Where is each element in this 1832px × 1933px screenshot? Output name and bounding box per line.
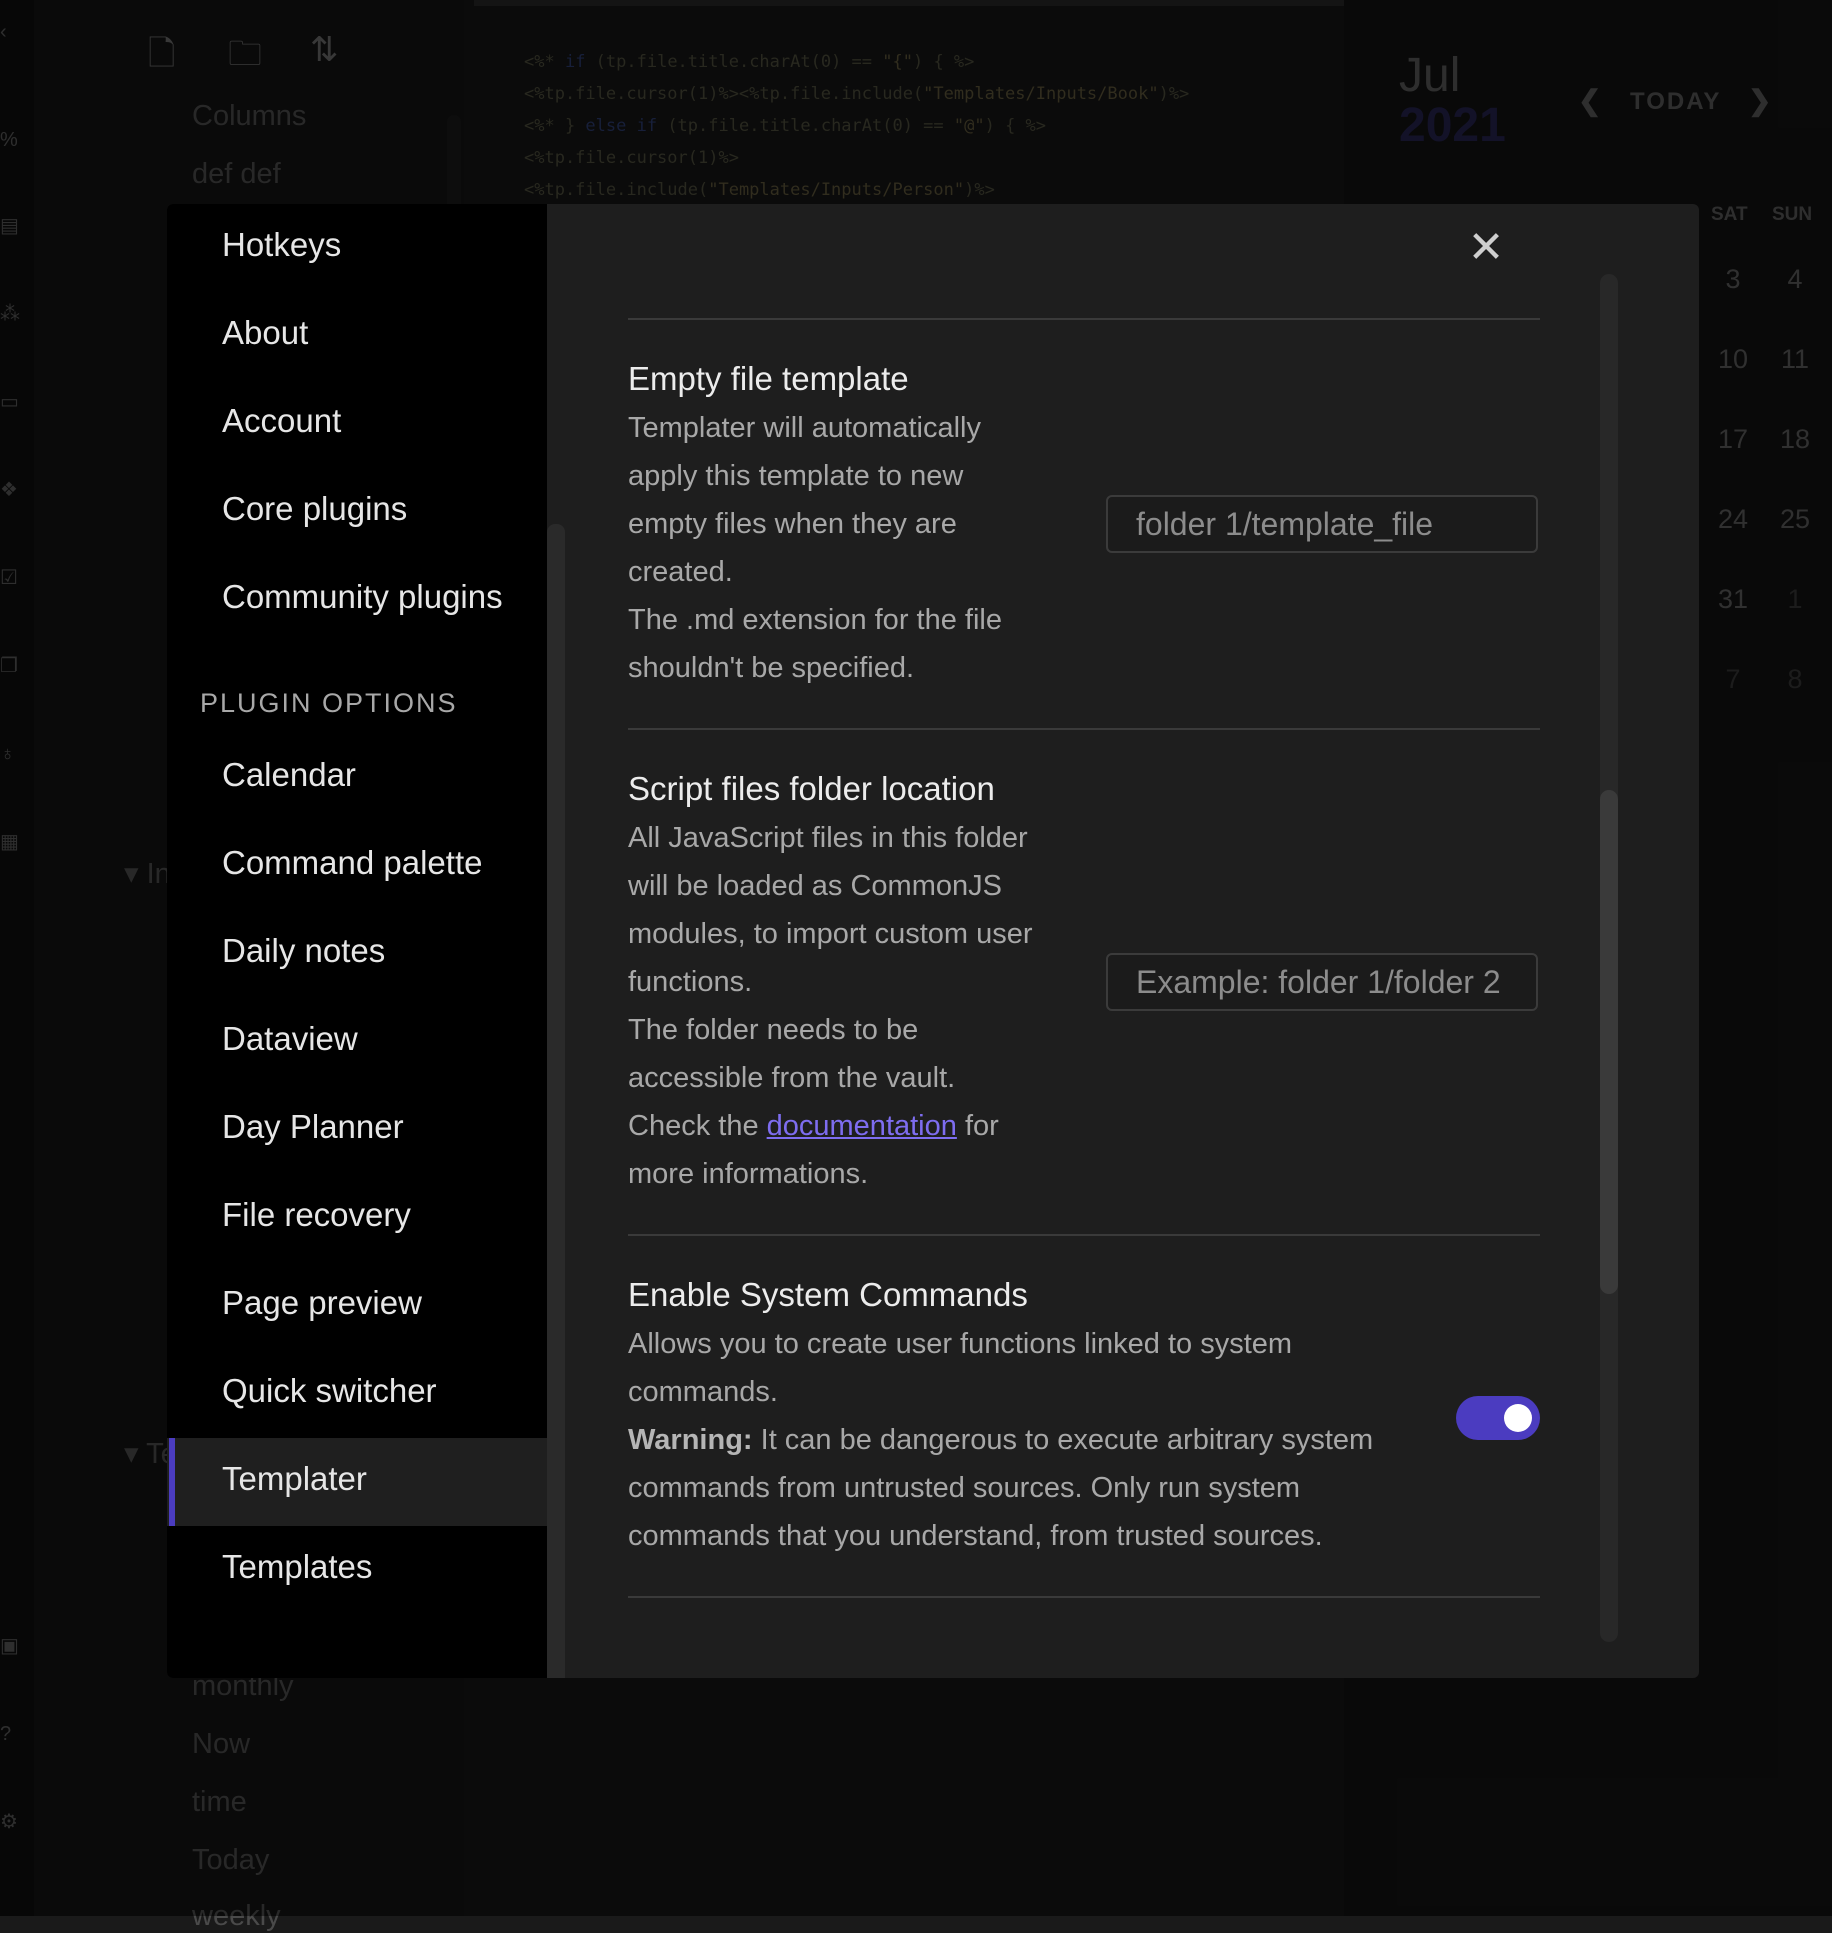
nav-item-label: Command palette [222, 844, 483, 881]
setting-title-empty-file-template: Empty file template [628, 360, 909, 397]
nav-item-templates[interactable]: Templates [167, 1526, 547, 1614]
setting-divider [628, 1234, 1540, 1236]
desc-line: Templater will automatically [628, 412, 981, 444]
nav-item-label: Dataview [222, 1020, 358, 1057]
documentation-link[interactable]: documentation [767, 1110, 957, 1142]
nav-item-templater[interactable]: Templater [167, 1438, 547, 1526]
setting-desc-script-folder: All JavaScript files in this folder will… [628, 814, 1033, 1198]
desc-line: The folder needs to be [628, 1014, 919, 1046]
desc-line: Check the documentation for [628, 1102, 1033, 1150]
setting-title-script-folder: Script files folder location [628, 770, 995, 807]
nav-item-label: File recovery [222, 1196, 411, 1233]
desc-line: All JavaScript files in this folder [628, 822, 1028, 854]
setting-divider [628, 728, 1540, 730]
nav-item-label: Quick switcher [222, 1372, 437, 1409]
nav-item-label: Templates [222, 1548, 373, 1585]
desc-line: more informations. [628, 1158, 869, 1190]
empty-file-template-input[interactable] [1106, 495, 1538, 553]
nav-item-label: Community plugins [222, 578, 503, 615]
nav-item-account[interactable]: Account [167, 380, 547, 468]
desc-line: shouldn't be specified. [628, 652, 915, 684]
nav-item-label: About [222, 314, 309, 351]
close-icon[interactable]: ✕ [1464, 226, 1508, 270]
desc-line: commands that you understand, from trust… [628, 1520, 1323, 1552]
setting-desc-empty-file-template: Templater will automatically apply this … [628, 404, 1002, 692]
desc-line: The .md extension for the file [628, 604, 1002, 636]
nav-item-page-preview[interactable]: Page preview [167, 1262, 547, 1350]
nav-item-label: Day Planner [222, 1108, 404, 1145]
desc-line: will be loaded as CommonJS [628, 870, 1002, 902]
desc-line: empty files when they are [628, 508, 957, 540]
nav-item-file-recovery[interactable]: File recovery [167, 1174, 547, 1262]
toggle-knob [1504, 1404, 1532, 1432]
desc-line: apply this template to new [628, 460, 964, 492]
desc-line: commands from untrusted sources. Only ru… [628, 1472, 1301, 1504]
nav-item-label: Hotkeys [222, 226, 342, 263]
system-commands-toggle[interactable] [1456, 1396, 1540, 1440]
settings-sidebar: Hotkeys About Account Core plugins Commu… [167, 204, 547, 1678]
nav-item-about[interactable]: About [167, 292, 547, 380]
check-prefix: Check the [628, 1110, 767, 1142]
warning-text: It can be dangerous to execute arbitrary… [752, 1424, 1374, 1456]
nav-item-community-plugins[interactable]: Community plugins [167, 556, 547, 644]
nav-item-dataview[interactable]: Dataview [167, 998, 547, 1086]
content-scrollbar-thumb[interactable] [1600, 790, 1618, 1294]
nav-item-calendar[interactable]: Calendar [167, 734, 547, 822]
script-folder-input[interactable] [1106, 953, 1538, 1011]
desc-line: Warning: It can be dangerous to execute … [628, 1416, 1428, 1464]
nav-item-command-palette[interactable]: Command palette [167, 822, 547, 910]
setting-divider [628, 1596, 1540, 1598]
desc-line: Allows you to create user functions link… [628, 1328, 1293, 1360]
nav-item-quick-switcher[interactable]: Quick switcher [167, 1350, 547, 1438]
desc-line: commands. [628, 1376, 778, 1408]
warning-label: Warning: [628, 1424, 753, 1456]
setting-divider [628, 318, 1540, 320]
desc-line: created. [628, 556, 733, 588]
nav-item-label: Core plugins [222, 490, 408, 527]
desc-line: modules, to import custom user [628, 918, 1033, 950]
nav-item-label: Templater [222, 1460, 367, 1497]
check-suffix: for [956, 1110, 999, 1142]
nav-item-daily-notes[interactable]: Daily notes [167, 910, 547, 998]
desc-line: accessible from the vault. [628, 1062, 956, 1094]
nav-item-hotkeys[interactable]: Hotkeys [167, 204, 547, 292]
nav-item-label: Page preview [222, 1284, 422, 1321]
nav-item-core-plugins[interactable]: Core plugins [167, 468, 547, 556]
nav-item-label: Calendar [222, 756, 356, 793]
desc-line: functions. [628, 966, 753, 998]
setting-title-system-commands: Enable System Commands [628, 1276, 1028, 1313]
nav-item-label: Account [222, 402, 342, 439]
nav-item-label: Daily notes [222, 932, 386, 969]
sidebar-scrollbar[interactable] [547, 524, 565, 1678]
plugin-options-heading: PLUGIN OPTIONS [200, 688, 458, 718]
setting-desc-system-commands: Allows you to create user functions link… [628, 1320, 1428, 1560]
nav-item-day-planner[interactable]: Day Planner [167, 1086, 547, 1174]
